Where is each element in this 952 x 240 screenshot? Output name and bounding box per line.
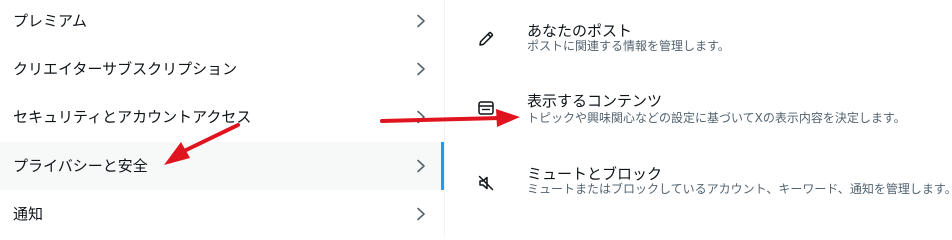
menu-item-privacy-safety[interactable]: プライバシーと安全 (0, 142, 444, 190)
menu-item-label: プライバシーと安全 (13, 157, 148, 175)
menu-item-notifications[interactable]: 通知 (0, 190, 444, 238)
chevron-right-icon (414, 207, 428, 221)
chevron-right-icon (414, 159, 428, 173)
menu-item-premium[interactable]: プレミアム (0, 0, 444, 45)
detail-item-description: ポストに関連する情報を管理します。 (527, 39, 730, 53)
chevron-right-icon (414, 14, 428, 28)
menu-item-label: セキュリティとアカウントアクセス (13, 108, 252, 126)
detail-item-content-you-see[interactable]: 表示するコンテンツ トピックや興味関心などの設定に基づいてXの表示内容を決定しま… (445, 84, 952, 154)
privacy-detail-panel: あなたのポスト ポストに関連する情報を管理します。 表示するコンテンツ トピック… (445, 0, 952, 237)
menu-item-label: プレミアム (13, 12, 87, 30)
detail-item-title: 表示するコンテンツ (527, 92, 663, 110)
detail-item-title: ミュートとブロック (527, 165, 663, 183)
menu-item-label: 通知 (13, 205, 44, 223)
content-display-icon (476, 98, 496, 118)
mute-speaker-icon (476, 173, 496, 193)
menu-item-label: クリエイターサブスクリプション (13, 60, 238, 78)
menu-item-creator-subscriptions[interactable]: クリエイターサブスクリプション (0, 45, 444, 93)
detail-item-description: ミュートまたはブロックしているアカウント、キーワード、通知を管理します。 (527, 182, 952, 196)
detail-item-title: あなたのポスト (527, 22, 633, 40)
chevron-right-icon (414, 62, 428, 76)
detail-item-mute-block[interactable]: ミュートとブロック ミュートまたはブロックしているアカウント、キーワード、通知を… (445, 157, 952, 227)
detail-item-description: トピックや興味関心などの設定に基づいてXの表示内容を決定します。 (527, 111, 906, 125)
chevron-right-icon (414, 110, 428, 124)
menu-item-security-account-access[interactable]: セキュリティとアカウントアクセス (0, 93, 444, 141)
pencil-icon (476, 29, 496, 49)
settings-menu: プレミアム クリエイターサブスクリプション セキュリティとアカウントアクセス プ… (0, 0, 444, 237)
detail-item-your-posts[interactable]: あなたのポスト ポストに関連する情報を管理します。 (445, 14, 952, 84)
